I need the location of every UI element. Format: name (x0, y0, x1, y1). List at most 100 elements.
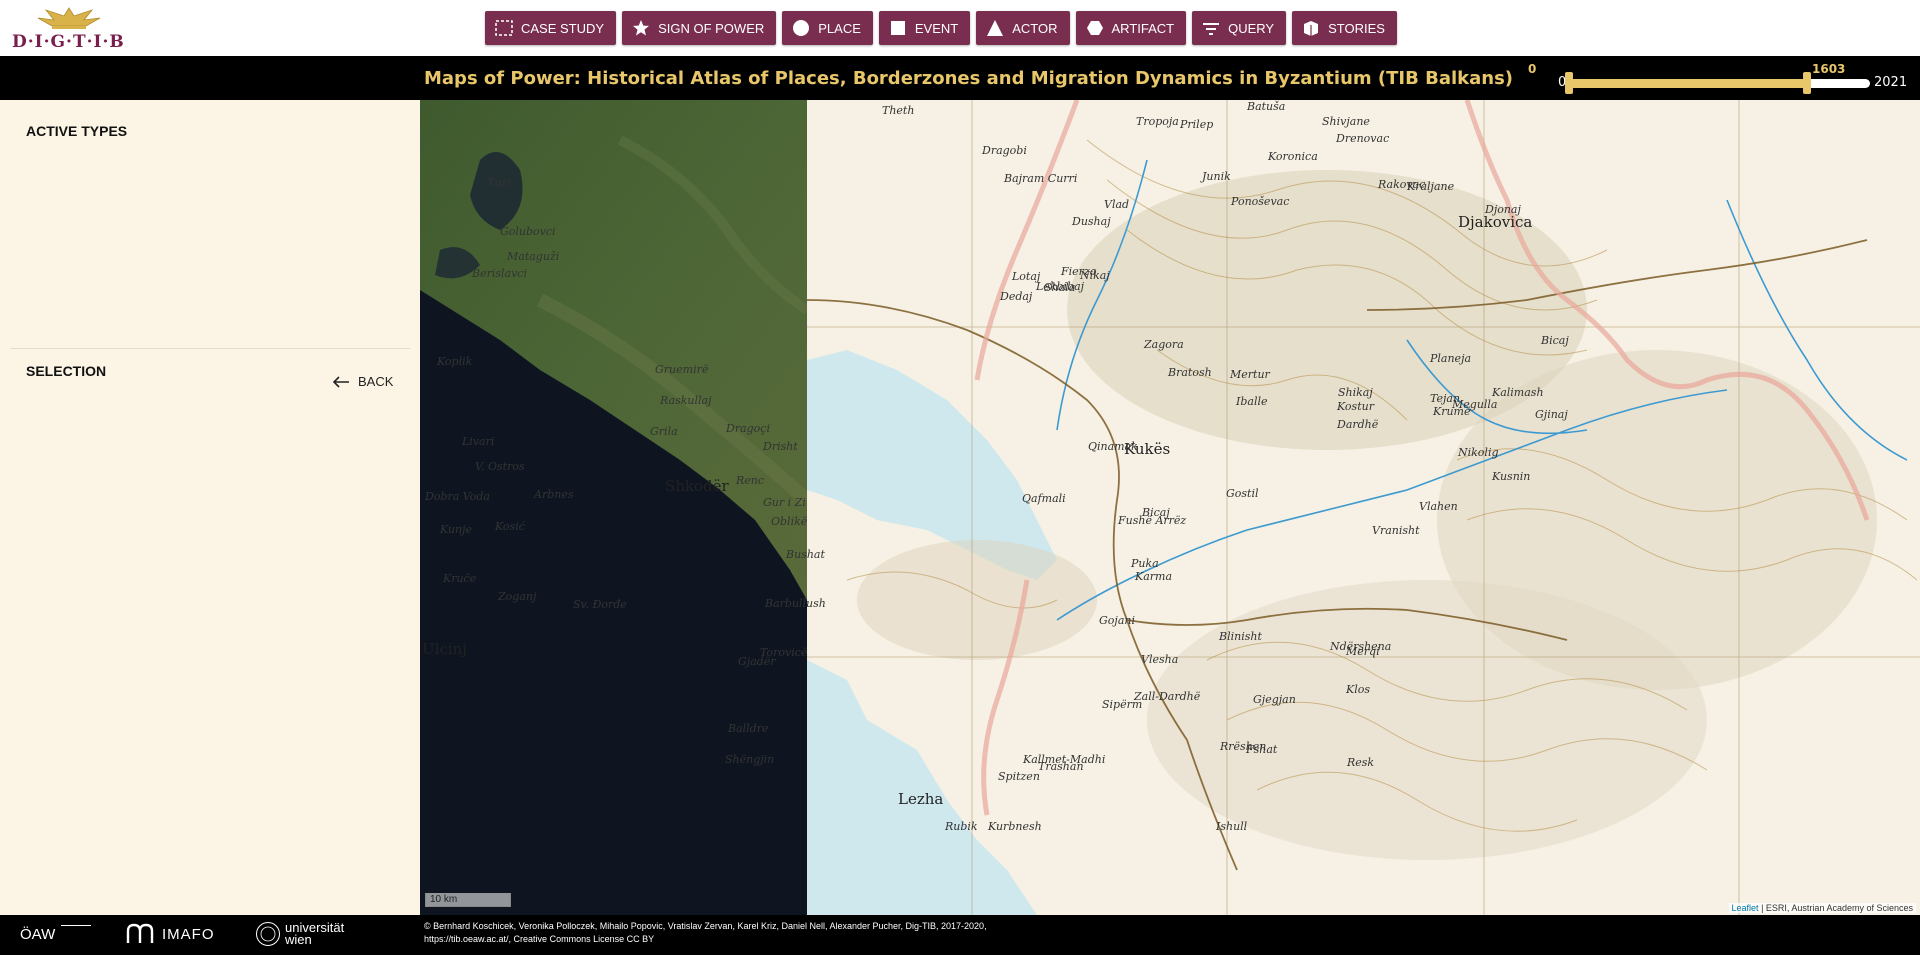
nav-event-button[interactable]: EVENT (878, 11, 971, 45)
nav-stories-button[interactable]: STORIES (1292, 11, 1397, 45)
map-place-label: Dragoçi (726, 422, 770, 435)
imafo-mark-icon (126, 923, 154, 943)
attribution-text: | ESRI, Austrian Academy of Sciences (1761, 903, 1913, 913)
selection-heading: SELECTION (26, 363, 107, 379)
oeaw-logo-text: ÖAW (20, 925, 56, 943)
map-place-label: Nikolig (1458, 446, 1499, 459)
map-place-label: Bushat (786, 548, 825, 561)
map-place-label: Blinisht (1219, 630, 1262, 643)
map-place-label: Gjadër (738, 655, 776, 668)
map-place-label: Koplik (437, 355, 473, 368)
map-place-label: Shivjane (1322, 115, 1370, 128)
nav-place-button[interactable]: PLACE (782, 11, 873, 45)
map-place-label: Iballe (1236, 395, 1268, 408)
nav-label: ARTIFACT (1111, 20, 1175, 36)
map-place-label: Zoganj (498, 590, 537, 603)
map-place-label: Gur i Zi (763, 496, 806, 509)
logo-text: D·I·G·T·I·B (12, 32, 125, 52)
credits-line-2[interactable]: https://tib.oeaw.ac.at/, Creative Common… (424, 933, 987, 946)
triangle-icon (986, 19, 1004, 37)
oeaw-logo[interactable]: ÖAW (20, 921, 92, 947)
map-place-label: Gjinaj (1535, 408, 1568, 421)
slider-current-value: 1603 (1812, 62, 1846, 76)
map-place-label: Lotaj (1012, 270, 1041, 283)
map-place-label: Puka (1131, 557, 1159, 570)
univie-seal-icon (256, 922, 280, 946)
main-nav: CASE STUDY SIGN OF POWER PLACE EVENT ACT… (485, 11, 1397, 45)
map-place-label: Dedaj (1000, 290, 1033, 303)
map-place-label: Kunje (440, 523, 473, 536)
nav-label: QUERY (1228, 20, 1275, 36)
digtib-logo[interactable]: D·I·G·T·I·B (12, 6, 124, 54)
footer: ÖAW IMAFO universität wien © Bernhard Ko… (0, 915, 1920, 955)
circle-icon (792, 19, 810, 37)
map-place-label: Klos (1346, 683, 1371, 696)
map-place-label: Drenovac (1336, 132, 1390, 145)
map-place-label: Batuša (1247, 100, 1286, 113)
map-place-label: Tropoja (1136, 115, 1179, 128)
map-place-label: Ulcinj (422, 640, 467, 658)
map-place-label: Kallmet-Madhi (1023, 753, 1106, 766)
map-place-label: Vranisht (1372, 524, 1420, 537)
sidebar: ACTIVE TYPES SELECTION BACK (0, 100, 420, 915)
satellite-tile-layer (420, 100, 807, 915)
map-place-label: Rrëshen (1220, 740, 1267, 753)
map-place-label: Tejan (1430, 392, 1461, 405)
map-place-label: Theth (882, 104, 915, 117)
map-place-label: Renc (736, 474, 765, 487)
map-place-label: Kalimash (1492, 386, 1544, 399)
stories-icon (1302, 19, 1320, 37)
map-place-label: Barbullush (765, 597, 826, 610)
map-scale-bar: 10 km (425, 893, 511, 907)
active-types-heading: ACTIVE TYPES (26, 123, 128, 139)
nav-sign-of-power-button[interactable]: SIGN OF POWER (622, 11, 777, 45)
map-place-label: Arbnes (534, 488, 574, 501)
case-study-icon (495, 19, 513, 37)
time-slider-handle-low[interactable] (1565, 72, 1573, 94)
map-place-label: Shëngjin (725, 753, 775, 766)
nav-label: CASE STUDY (521, 20, 605, 36)
map-view[interactable]: Tuzi Golubovci Mataguži Berislavci Koplik Liv… (420, 100, 1920, 915)
map-place-label: Livari (462, 435, 495, 448)
back-button[interactable]: BACK (332, 374, 393, 389)
map-place-label: Ponoševac (1231, 195, 1290, 208)
imafo-logo[interactable]: IMAFO (126, 921, 215, 947)
map-place-label: Djonaj (1485, 203, 1521, 216)
map-place-label: Dobra Voda (425, 490, 490, 503)
nav-label: EVENT (914, 20, 959, 36)
map-place-label: Tuzi (487, 176, 511, 189)
page-title: Maps of Power: Historical Atlas of Place… (424, 68, 1514, 89)
map-place-label: Resk (1347, 756, 1375, 769)
map-place-label: Shikaj (1338, 386, 1373, 399)
map-place-label: Spitzen (998, 770, 1040, 783)
map-place-label: Kosić (495, 520, 525, 533)
map-place-label: Zall-Dardhë (1134, 690, 1201, 703)
map-place-label: Kusnin (1492, 470, 1531, 483)
map-place-label: Kurbnesh (988, 820, 1042, 833)
map-attribution: Leaflet | ESRI, Austrian Academy of Scie… (1728, 903, 1916, 913)
imafo-logo-text: IMAFO (162, 925, 215, 943)
filter-icon (1202, 19, 1220, 37)
map-place-label: Golubovci (500, 225, 556, 238)
map-place-label: V. Ostros (475, 460, 525, 473)
arrow-left-icon (332, 375, 349, 388)
hexagon-icon (1086, 19, 1104, 37)
map-place-label: Dushaj (1072, 215, 1111, 228)
nav-case-study-button[interactable]: CASE STUDY (485, 11, 617, 45)
map-place-label: Gjegjan (1253, 693, 1296, 706)
nav-label: PLACE (818, 20, 861, 36)
nav-actor-button[interactable]: ACTOR (976, 11, 1070, 45)
nav-artifact-button[interactable]: ARTIFACT (1075, 11, 1187, 45)
map-place-label: Mataguži (507, 250, 560, 263)
credits-line-1: © Bernhard Koschicek, Veronika Polloczek… (424, 921, 987, 931)
nav-label: SIGN OF POWER (658, 20, 765, 36)
map-place-label: Planeja (1430, 352, 1472, 365)
nav-query-button[interactable]: QUERY (1192, 11, 1287, 45)
time-slider-handle-high[interactable] (1803, 72, 1811, 94)
univie-logo[interactable]: universität wien (255, 921, 365, 947)
leaflet-link[interactable]: Leaflet (1732, 903, 1759, 913)
map-place-label: Rakovac (1378, 178, 1426, 191)
map-place-label: Ishull (1216, 820, 1248, 833)
map-place-label: Nikaj (1080, 269, 1110, 282)
map-place-label: Drisht (763, 440, 798, 453)
